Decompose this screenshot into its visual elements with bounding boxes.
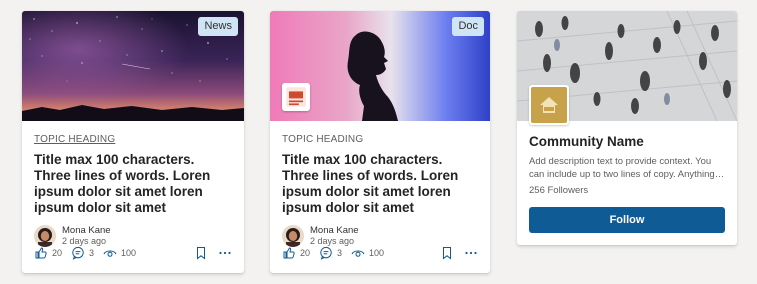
follow-button[interactable]: Follow	[529, 207, 725, 233]
topic-heading[interactable]: TOPIC HEADING	[282, 134, 363, 145]
doc-tag: Doc	[452, 17, 484, 36]
document-icon	[282, 83, 310, 111]
comment-icon[interactable]	[319, 246, 333, 260]
community-name[interactable]: Community Name	[529, 134, 725, 149]
bookmark-icon[interactable]	[440, 246, 454, 260]
avatar[interactable]	[34, 225, 56, 247]
author-name[interactable]: Mona Kane	[62, 225, 111, 236]
comment-icon[interactable]	[71, 246, 85, 260]
card-title[interactable]: Title max 100 characters. Three lines of…	[282, 152, 482, 216]
card-title[interactable]: Title max 100 characters. Three lines of…	[34, 152, 234, 216]
doc-hero-image[interactable]: Doc	[270, 11, 490, 121]
more-icon[interactable]	[464, 246, 478, 260]
news-tag: News	[198, 17, 238, 36]
avatar[interactable]	[282, 225, 304, 247]
like-icon[interactable]	[282, 246, 296, 260]
topic-heading-link[interactable]: TOPIC HEADING	[34, 134, 115, 145]
follower-count: 256 Followers	[529, 185, 589, 196]
view-count: 100	[369, 248, 385, 258]
like-icon[interactable]	[34, 246, 48, 260]
card-footer: 20 3 100	[282, 246, 478, 260]
news-hero-image[interactable]: News	[22, 11, 244, 121]
comment-count: 3	[89, 248, 95, 258]
comment-count: 3	[337, 248, 343, 258]
bookmark-icon[interactable]	[194, 246, 208, 260]
community-logo-icon	[529, 85, 569, 125]
view-count: 100	[121, 248, 137, 258]
more-icon[interactable]	[218, 246, 232, 260]
view-icon	[351, 246, 365, 260]
doc-card[interactable]: Doc TOPIC HEADING Title max 100 characte…	[270, 11, 490, 273]
community-card[interactable]: Community Name Add description text to p…	[517, 11, 737, 245]
card-footer: 20 3 100	[34, 246, 232, 260]
author-block: Mona Kane 2 days ago	[34, 225, 232, 247]
like-count: 20	[300, 248, 311, 258]
news-card[interactable]: News TOPIC HEADING Title max 100 charact…	[22, 11, 244, 273]
community-description: Add description text to provide context.…	[529, 156, 715, 180]
like-count: 20	[52, 248, 63, 258]
author-name[interactable]: Mona Kane	[310, 225, 359, 236]
view-icon	[103, 246, 117, 260]
author-block: Mona Kane 2 days ago	[282, 225, 478, 247]
